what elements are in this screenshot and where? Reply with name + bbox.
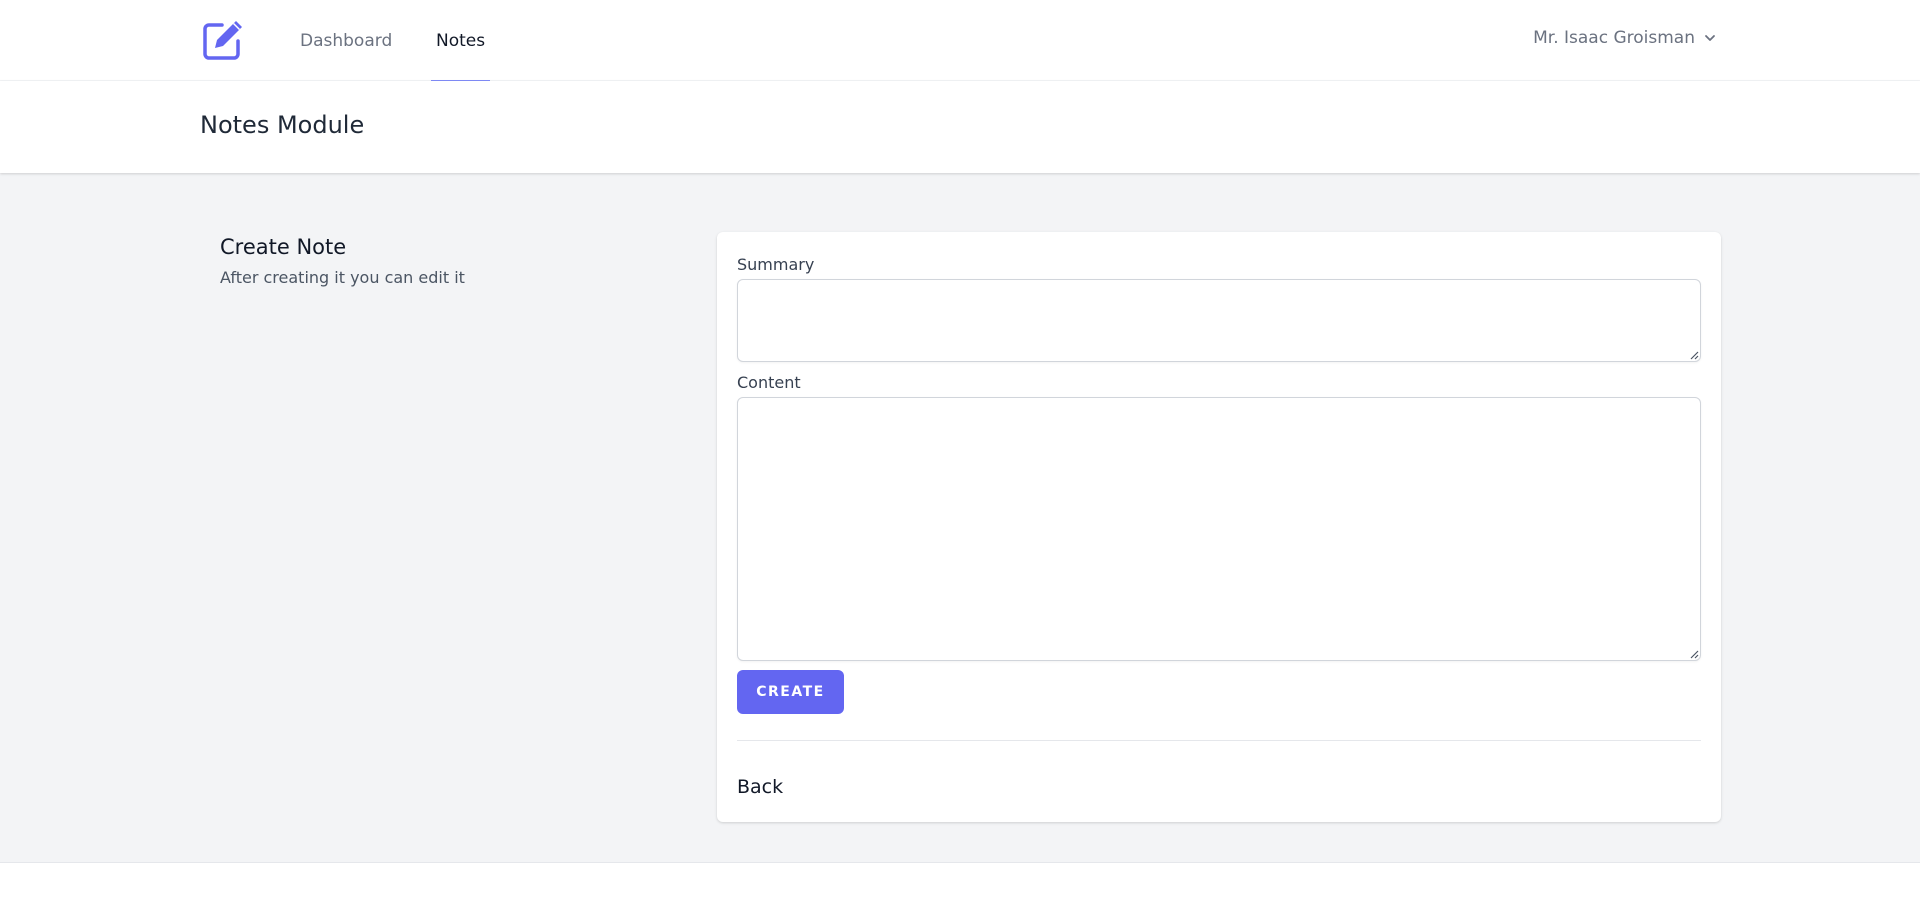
footer-area — [0, 863, 1920, 883]
create-note-form: Summary Content CREATE Back — [717, 232, 1721, 822]
user-menu[interactable]: Mr. Isaac Groisman — [1533, 28, 1717, 48]
edit-note-icon[interactable] — [200, 17, 246, 63]
main-content: Create Note After creating it you can ed… — [0, 173, 1920, 883]
page-title: Notes Module — [200, 111, 365, 139]
page-header: Notes Module — [0, 81, 1920, 173]
nav-link-notes[interactable]: Notes — [431, 0, 491, 82]
divider — [737, 740, 1701, 741]
resize-handle-icon[interactable] — [1689, 350, 1699, 360]
content-label: Content — [737, 373, 801, 392]
section-title: Create Note — [220, 235, 347, 259]
create-button[interactable]: CREATE — [737, 670, 844, 714]
content-input[interactable] — [737, 397, 1701, 661]
chevron-down-icon — [1705, 35, 1715, 41]
section-description: After creating it you can edit it — [220, 268, 465, 287]
summary-label: Summary — [737, 255, 815, 274]
back-link[interactable]: Back — [737, 776, 783, 798]
nav-link-dashboard[interactable]: Dashboard — [300, 0, 392, 81]
section-info: Create Note After creating it you can ed… — [220, 235, 465, 287]
user-name: Mr. Isaac Groisman — [1533, 28, 1695, 48]
summary-input[interactable] — [737, 279, 1701, 362]
top-navigation: Dashboard Notes Mr. Isaac Groisman — [0, 0, 1920, 82]
resize-handle-icon[interactable] — [1689, 649, 1699, 659]
